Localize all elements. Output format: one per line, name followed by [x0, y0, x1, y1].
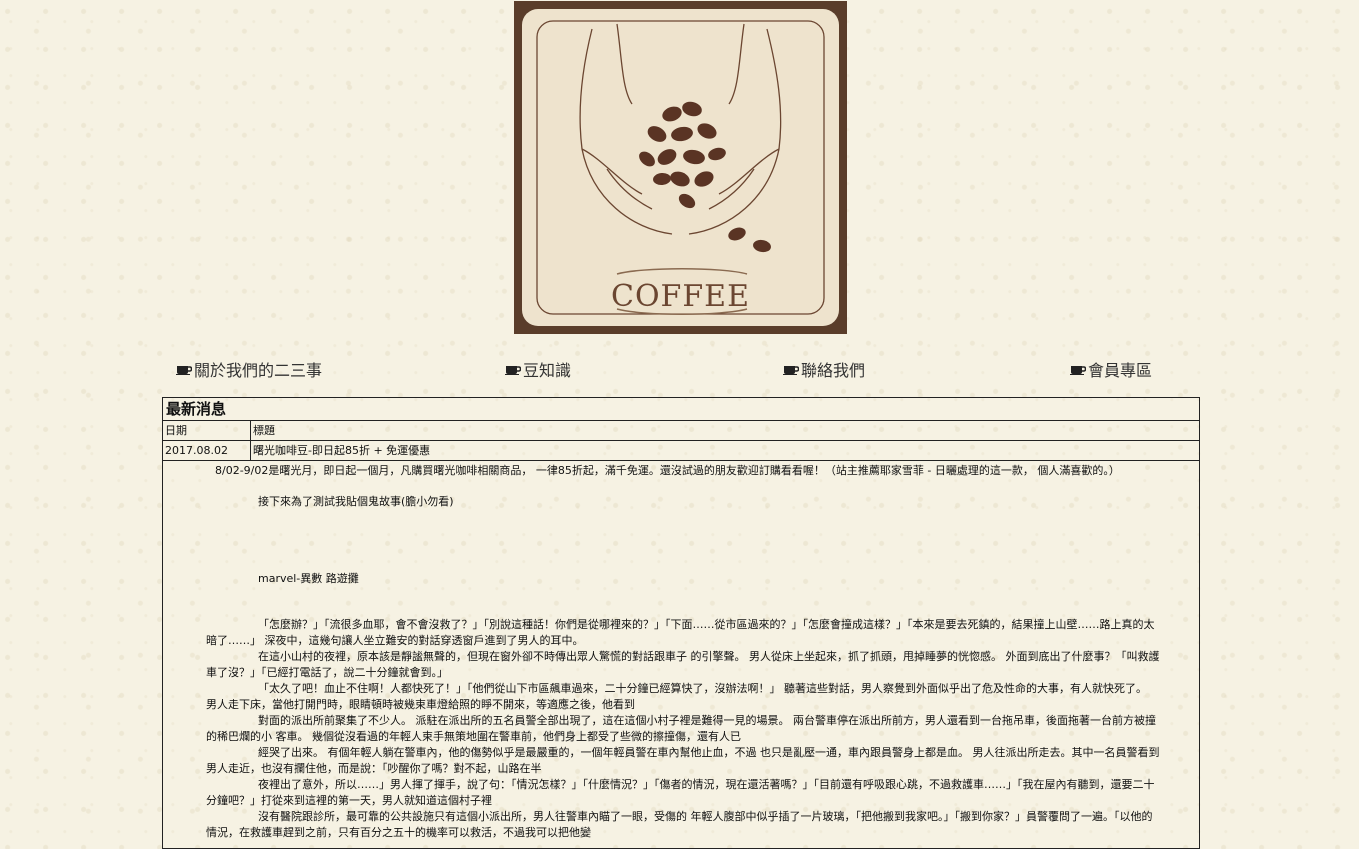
story-paragraph: 對面的派出所前聚集了不少人。 派駐在派出所的五名員警全部出現了，這在這個小村子裡…	[206, 714, 1156, 743]
news-title-link[interactable]: 曙光咖啡豆-即日起85折 + 免運優惠	[251, 441, 1199, 460]
story-paragraph: 夜裡出了意外，所以……」男人揮了揮手，說了句：「情況怎樣？」「什麼情況？」「傷者…	[206, 778, 1155, 807]
news-table: 最新消息 日期 標題 2017.08.02 曙光咖啡豆-即日起85折 + 免運優…	[162, 397, 1200, 849]
story-paragraph: 經哭了出來。 有個年輕人躺在警車內，他的傷勢似乎是最嚴重的，一個年輕員警在車內幫…	[206, 746, 1160, 775]
main-nav: 關於我們的二三事 豆知識 聯絡我們 會員專區	[0, 357, 1359, 381]
nav-item-about[interactable]: 關於我們的二三事	[176, 357, 322, 381]
date-column-header: 日期	[163, 421, 251, 440]
coffee-cup-icon	[176, 366, 192, 375]
nav-label-bean-knowledge: 豆知識	[523, 361, 572, 380]
news-heading: 最新消息	[163, 398, 1199, 421]
news-date: 2017.08.02	[163, 441, 251, 460]
coffee-banner-image: COFFEE	[514, 1, 847, 334]
nav-label-members: 會員專區	[1088, 361, 1153, 380]
nav-label-contact: 聯絡我們	[801, 361, 866, 380]
news-summary: 8/02-9/02是曙光月，即日起一個月，凡購買曙光咖啡相關商品， 一律85折起…	[215, 464, 1120, 477]
story-title: marvel-異數 路遊攤	[258, 572, 359, 585]
story-paragraph: 「太久了吧！血止不住啊！人都快死了！」「他們從山下市區飆車過來，二十分鐘已經算快…	[206, 682, 1147, 711]
nav-item-contact[interactable]: 聯絡我們	[783, 357, 865, 381]
nav-item-bean-knowledge[interactable]: 豆知識	[505, 357, 571, 381]
coffee-cup-icon	[505, 366, 521, 375]
news-intro: 接下來為了測試我貼個鬼故事(膽小勿看)	[258, 495, 454, 508]
coffee-cup-icon	[1070, 366, 1086, 375]
news-header-row: 日期 標題	[163, 421, 1199, 441]
story-paragraph: 沒有醫院跟診所，最可靠的公共設施只有這個小派出所，男人往警車內瞄了一眼，受傷的 …	[206, 810, 1153, 839]
nav-label-about: 關於我們的二三事	[194, 361, 323, 380]
story-paragraph: 「怎麼辦？」「流很多血耶，會不會沒救了？」「別說這種話！你們是從哪裡來的？」「下…	[206, 618, 1155, 647]
coffee-cup-icon	[783, 366, 799, 375]
coffee-label: COFFEE	[611, 279, 750, 314]
story-body: 「怎麼辦？」「流很多血耶，會不會沒救了？」「別說這種話！你們是從哪裡來的？」「下…	[206, 617, 1161, 841]
title-column-header: 標題	[253, 424, 275, 437]
story-paragraph: 在這小山村的夜裡，原本該是靜謐無聲的，但現在窗外卻不時傳出眾人驚慌的對話跟車子 …	[206, 650, 1160, 679]
table-row[interactable]: 2017.08.02 曙光咖啡豆-即日起85折 + 免運優惠	[163, 441, 1199, 461]
nav-item-members[interactable]: 會員專區	[1070, 357, 1152, 381]
